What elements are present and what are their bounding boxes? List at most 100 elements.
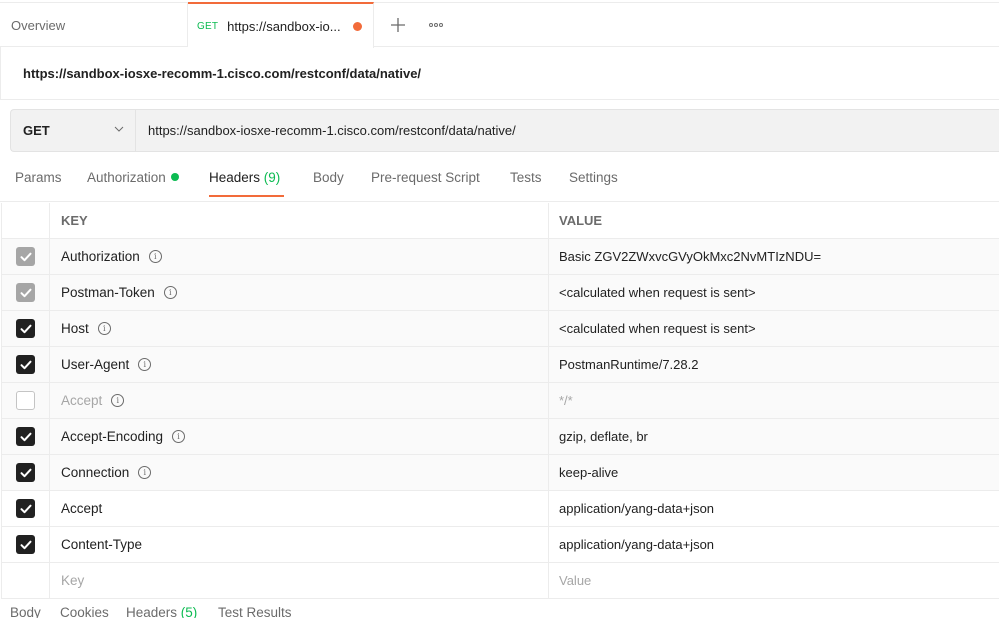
info-icon[interactable]: i [138,358,152,371]
new-key-input[interactable]: Key [50,563,549,598]
row-enabled-checkbox[interactable] [16,427,35,446]
checkmark-icon [20,432,31,441]
tab-bar: Overview GET https://sandbox-io... [0,2,999,48]
table-row: Content-Type application/yang-data+json [2,527,999,563]
row-enabled-checkbox [16,247,35,266]
checkmark-icon [20,252,31,261]
info-icon[interactable]: i [138,466,152,479]
header-value-cell[interactable]: keep-alive [549,455,999,490]
tab-settings[interactable]: Settings [569,170,618,196]
table-row: Accept i */* [2,383,999,419]
response-tab-cookies[interactable]: Cookies [60,605,109,618]
row-checkbox-cell [2,347,50,382]
row-enabled-checkbox[interactable] [16,535,35,554]
checkmark-icon [20,468,31,477]
request-tabs: Params Authorization Headers (9) Body Pr… [0,160,999,202]
header-value-cell[interactable]: gzip, deflate, br [549,419,999,454]
header-key-cell[interactable]: User-Agent i [50,347,549,382]
header-value-cell[interactable]: application/yang-data+json [549,491,999,526]
row-enabled-checkbox[interactable] [16,463,35,482]
tab-options-button[interactable] [426,17,446,33]
table-row: User-Agent i PostmanRuntime/7.28.2 [2,347,999,383]
header-key: Postman-Token [61,285,155,300]
table-row: Accept-Encoding i gzip, deflate, br [2,419,999,455]
tab-request-active[interactable]: GET https://sandbox-io... [188,2,374,48]
header-key-cell[interactable]: Connection i [50,455,549,490]
tab-pre-request-script-label: Pre-request Script [371,170,480,185]
header-value-cell[interactable]: application/yang-data+json [549,527,999,562]
row-enabled-checkbox[interactable] [16,391,35,410]
checkmark-icon [20,540,31,549]
response-tab-headers-label: Headers [126,605,178,618]
new-tab-button[interactable] [388,13,408,37]
header-value-cell[interactable]: <calculated when request is sent> [549,311,999,346]
tab-pre-request-script[interactable]: Pre-request Script [371,170,480,196]
response-tab-test-results[interactable]: Test Results [218,605,292,618]
checkmark-icon [20,288,31,297]
info-icon[interactable]: i [111,394,125,407]
column-header-value: VALUE [559,213,603,228]
header-value-cell[interactable]: Basic ZGV2ZWxvcGVyOkMxc2NvMTIzNDU= [549,239,999,274]
header-value-cell[interactable]: */* [549,383,999,418]
tab-params-label: Params [15,170,62,185]
header-key-cell[interactable]: Accept-Encoding i [50,419,549,454]
request-header: https://sandbox-iosxe-recomm-1.cisco.com… [0,47,999,100]
row-checkbox-cell [2,311,50,346]
header-key-cell[interactable]: Authorization i [50,239,549,274]
response-tab-test-results-label: Test Results [218,605,292,618]
url-input[interactable]: https://sandbox-iosxe-recomm-1.cisco.com… [136,110,999,151]
response-tab-body[interactable]: Body [10,605,41,618]
header-key: Authorization [61,249,140,264]
tab-tests[interactable]: Tests [510,170,542,196]
new-value-input[interactable]: Value [549,563,999,598]
request-name[interactable]: https://sandbox-iosxe-recomm-1.cisco.com… [23,66,421,81]
method-select[interactable]: GET [11,110,136,151]
ellipsis-icon [429,23,433,27]
tab-overview[interactable]: Overview [0,3,188,47]
header-key-cell[interactable]: Accept i [50,383,549,418]
header-value: application/yang-data+json [559,537,715,552]
headers-count-badge: (9) [263,170,281,185]
header-value: PostmanRuntime/7.28.2 [559,357,699,372]
header-value: <calculated when request is sent> [559,321,756,336]
row-enabled-checkbox[interactable] [16,319,35,338]
tab-authorization[interactable]: Authorization [87,170,179,196]
header-key-cell[interactable]: Accept [50,491,549,526]
header-value-cell[interactable]: PostmanRuntime/7.28.2 [549,347,999,382]
header-value: Basic ZGV2ZWxvcGVyOkMxc2NvMTIzNDU= [559,249,822,264]
column-header-key: KEY [50,203,549,238]
row-enabled-checkbox[interactable] [16,499,35,518]
header-key: Connection [61,465,130,480]
method-value: GET [23,123,50,138]
checkmark-icon [20,504,31,513]
header-key: Host [61,321,89,336]
header-key: Accept-Encoding [61,429,164,444]
header-value: application/yang-data+json [559,501,715,516]
tab-headers[interactable]: Headers (9) [209,170,285,197]
tab-body[interactable]: Body [313,170,344,196]
header-key-cell[interactable]: Host i [50,311,549,346]
header-value: */* [559,393,573,408]
tab-tests-label: Tests [510,170,542,185]
response-tabs: Body Cookies Headers (5) Test Results [0,599,999,618]
row-checkbox-cell [2,239,50,274]
header-key: Accept [61,393,103,408]
info-icon[interactable]: i [97,322,111,335]
header-key-cell[interactable]: Postman-Token i [50,275,549,310]
row-checkbox-cell [2,455,50,490]
response-headers-count-badge: (5) [180,605,198,618]
info-icon[interactable]: i [172,430,186,443]
header-value-cell[interactable]: <calculated when request is sent> [549,275,999,310]
tab-method-label: GET [197,20,219,32]
response-tab-headers[interactable]: Headers (5) [126,605,197,618]
new-row-checkbox-cell [2,563,50,598]
tab-params[interactable]: Params [15,170,62,196]
info-icon[interactable]: i [163,286,177,299]
header-key-cell[interactable]: Content-Type [50,527,549,562]
new-header-row: Key Value [2,563,999,599]
checkmark-icon [20,324,31,333]
tab-overview-label: Overview [11,17,66,33]
info-icon[interactable]: i [148,250,162,263]
tab-body-label: Body [313,170,344,185]
row-enabled-checkbox[interactable] [16,355,35,374]
